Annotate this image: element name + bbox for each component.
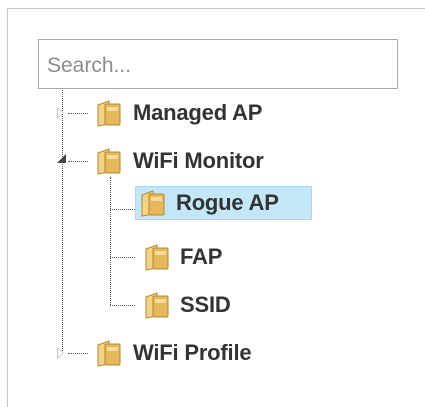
- tree-node-label: Managed AP: [133, 100, 263, 125]
- tree-node-label: Rogue AP: [176, 190, 279, 215]
- search-input[interactable]: [38, 39, 398, 89]
- folder-icon: [145, 244, 169, 271]
- tree-node-label: WiFi Profile: [133, 340, 252, 365]
- tree-node-label: WiFi Monitor: [133, 148, 264, 173]
- tree-node-rogue-ap[interactable]: Rogue AP: [135, 186, 312, 220]
- expand-triangle-icon[interactable]: [57, 107, 64, 119]
- tree-connector: [110, 305, 135, 306]
- tree-node-ssid[interactable]: SSID: [140, 288, 237, 322]
- tree-node-wifi-profile[interactable]: WiFi Profile: [92, 336, 257, 370]
- folder-icon: [97, 340, 121, 367]
- tree-connector: [68, 353, 88, 354]
- tree-node-managed-ap[interactable]: Managed AP: [92, 96, 268, 130]
- tree-node-wifi-monitor[interactable]: WiFi Monitor: [92, 144, 270, 178]
- folder-icon: [145, 292, 169, 319]
- tree-node-fap[interactable]: FAP: [140, 240, 228, 274]
- tree-connector: [110, 209, 135, 210]
- folder-icon: [141, 190, 165, 217]
- tree-connector: [110, 177, 111, 305]
- tree-connector: [68, 113, 88, 114]
- tree-connector: [62, 90, 63, 353]
- tree-connector: [68, 161, 88, 162]
- folder-icon: [97, 148, 121, 175]
- tree-connector: [110, 257, 135, 258]
- folder-icon: [97, 100, 121, 127]
- collapse-triangle-icon[interactable]: [57, 154, 66, 163]
- tree-node-label: FAP: [180, 244, 223, 269]
- tree-node-label: SSID: [180, 292, 231, 317]
- expand-triangle-icon[interactable]: [57, 347, 64, 359]
